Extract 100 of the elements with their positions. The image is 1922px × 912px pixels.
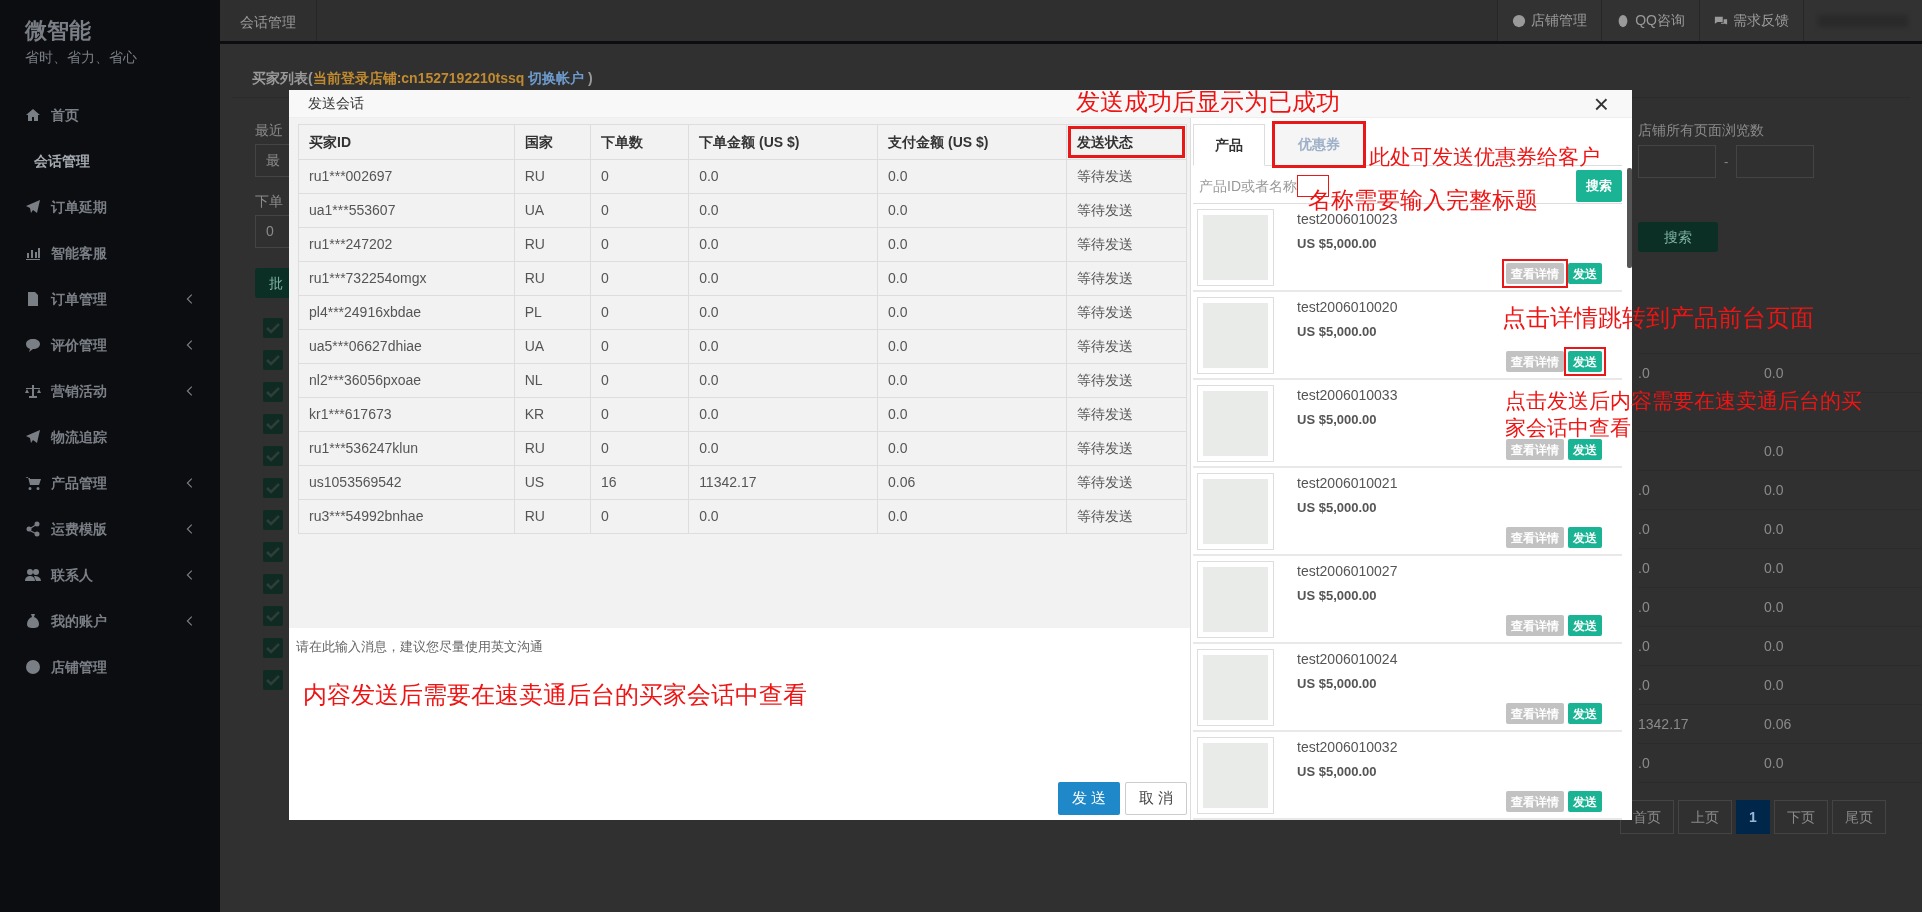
table-cell: 0.0 — [877, 363, 1067, 398]
row-checkbox[interactable] — [263, 446, 283, 466]
range-separator: - — [1724, 152, 1729, 171]
table-cell-text: .0 — [1638, 636, 1650, 656]
document-icon — [25, 291, 41, 307]
table-cell-text: 0.0 — [1764, 753, 1784, 773]
table-cell: 0.06 — [877, 465, 1067, 500]
product-price: US $5,000.00 — [1297, 235, 1377, 253]
scrollbar[interactable] — [1627, 168, 1632, 268]
sidebar-item[interactable]: 智能客服 — [0, 230, 220, 276]
table-cell: 0.0 — [877, 227, 1067, 262]
table-cell: 0.0 — [877, 261, 1067, 296]
sidebar-item[interactable]: 店铺管理 — [0, 644, 220, 690]
table-cell: 0.0 — [688, 261, 878, 296]
row-checkbox[interactable] — [263, 510, 283, 530]
page-button[interactable]: 上页 — [1678, 800, 1732, 834]
sidebar-item[interactable]: 产品管理 — [0, 460, 220, 506]
row-checkbox[interactable] — [263, 670, 283, 690]
column-header: 发送状态 — [1066, 124, 1187, 160]
page-button[interactable]: 下页 — [1773, 800, 1828, 834]
cancel-button[interactable]: 取 消 — [1125, 782, 1187, 815]
table-cell: pl4***24916xbdae — [298, 295, 515, 330]
table-cell-text: 0.0 — [1764, 480, 1784, 500]
row-checkbox[interactable] — [263, 606, 283, 626]
send-button[interactable]: 发送 — [1568, 703, 1602, 724]
search-button[interactable]: 搜索 — [1576, 169, 1622, 202]
table-cell: 0 — [590, 227, 689, 262]
search-button[interactable]: 搜索 — [1638, 222, 1718, 252]
balance-scale-icon — [25, 383, 41, 399]
table-cell: 11342.17 — [688, 465, 878, 500]
table-cell: UA — [514, 193, 591, 228]
row-checkbox[interactable] — [263, 638, 283, 658]
sidebar-item[interactable]: 物流追踪 — [0, 414, 220, 460]
table-cell: KR — [514, 397, 591, 432]
sidebar-item[interactable]: 我的账户 — [0, 598, 220, 644]
table-cell: 0.0 — [877, 397, 1067, 432]
table-cell-text: 0.0 — [1764, 558, 1784, 578]
tab[interactable]: 产品 — [1193, 124, 1265, 166]
table-cell-text: .0 — [1638, 597, 1650, 617]
send-button[interactable]: 发送 — [1568, 351, 1602, 372]
send-button[interactable]: 发送 — [1568, 791, 1602, 812]
brand-slogan: 省时、省力、省心 — [24, 48, 138, 67]
row-checkbox[interactable] — [263, 478, 283, 498]
table-cell-text: .0 — [1638, 519, 1650, 539]
sidebar-item[interactable]: 评价管理 — [0, 322, 220, 368]
sidebar-item[interactable]: 订单管理 — [0, 276, 220, 322]
send-button[interactable]: 发送 — [1568, 263, 1602, 284]
table-cell: 等待发送 — [1066, 261, 1187, 296]
product-price: US $5,000.00 — [1297, 499, 1377, 517]
switch-account-link[interactable]: 切换帐户 — [528, 70, 585, 86]
filter-label: 店铺所有页面浏览数 — [1638, 121, 1765, 140]
table-cell-text: 1342.17 — [1638, 714, 1689, 734]
brand-name: 微智能 — [23, 17, 92, 45]
page-tab[interactable]: 会话管理 — [220, 0, 317, 41]
table-cell: RU — [514, 159, 591, 194]
send-button[interactable]: 发送 — [1568, 527, 1602, 548]
batch-button[interactable]: 批 — [255, 268, 289, 298]
sidebar-item[interactable]: 首页 — [0, 92, 220, 138]
table-cell: 等待发送 — [1066, 499, 1187, 534]
column-header: 下单数 — [590, 124, 689, 160]
table-cell: RU — [514, 227, 591, 262]
row-checkbox[interactable] — [263, 414, 283, 434]
row-checkbox[interactable] — [263, 350, 283, 370]
table-cell: 0.0 — [688, 159, 878, 194]
table-cell-text: 0.0 — [1764, 363, 1784, 383]
row-checkbox[interactable] — [263, 574, 283, 594]
table-cell-text: 0.0 — [1764, 519, 1784, 539]
send-button[interactable]: 发送 — [1568, 439, 1602, 460]
sidebar-item[interactable]: 会话管理 — [0, 138, 220, 184]
table-cell: 0 — [590, 159, 689, 194]
send-button[interactable]: 发送 — [1568, 615, 1602, 636]
product-price: US $5,000.00 — [1297, 411, 1377, 429]
table-cell: 0.0 — [877, 431, 1067, 466]
table-cell: PL — [514, 295, 591, 330]
table-cell: 等待发送 — [1066, 193, 1187, 228]
row-checkbox[interactable] — [263, 318, 283, 338]
table-cell: 16 — [590, 465, 689, 500]
table-cell: 0.0 — [877, 329, 1067, 364]
table-cell: UA — [514, 329, 591, 364]
table-cell: 0.0 — [688, 227, 878, 262]
row-checkbox[interactable] — [263, 542, 283, 562]
sidebar-item[interactable]: 运费模版 — [0, 506, 220, 552]
users-icon — [25, 567, 41, 583]
table-cell: RU — [514, 261, 591, 296]
sidebar-item[interactable]: 营销活动 — [0, 368, 220, 414]
sidebar-item[interactable]: 订单延期 — [0, 184, 220, 230]
share-icon — [25, 521, 41, 537]
page-button[interactable]: 1 — [1736, 800, 1770, 834]
table-cell-text: .0 — [1638, 363, 1650, 383]
product-price: US $5,000.00 — [1297, 587, 1377, 605]
row-checkbox[interactable] — [263, 382, 283, 402]
send-button[interactable]: 发 送 — [1058, 782, 1120, 815]
paper-plane-icon — [25, 429, 41, 445]
filter-label: 下单 — [255, 192, 284, 211]
page-button[interactable]: 尾页 — [1831, 800, 1886, 834]
column-header: 买家ID — [298, 124, 515, 160]
table-cell: 0.0 — [877, 295, 1067, 330]
sidebar-item[interactable]: 联系人 — [0, 552, 220, 598]
table-cell: 0.0 — [688, 431, 878, 466]
table-cell: 0 — [590, 193, 689, 228]
